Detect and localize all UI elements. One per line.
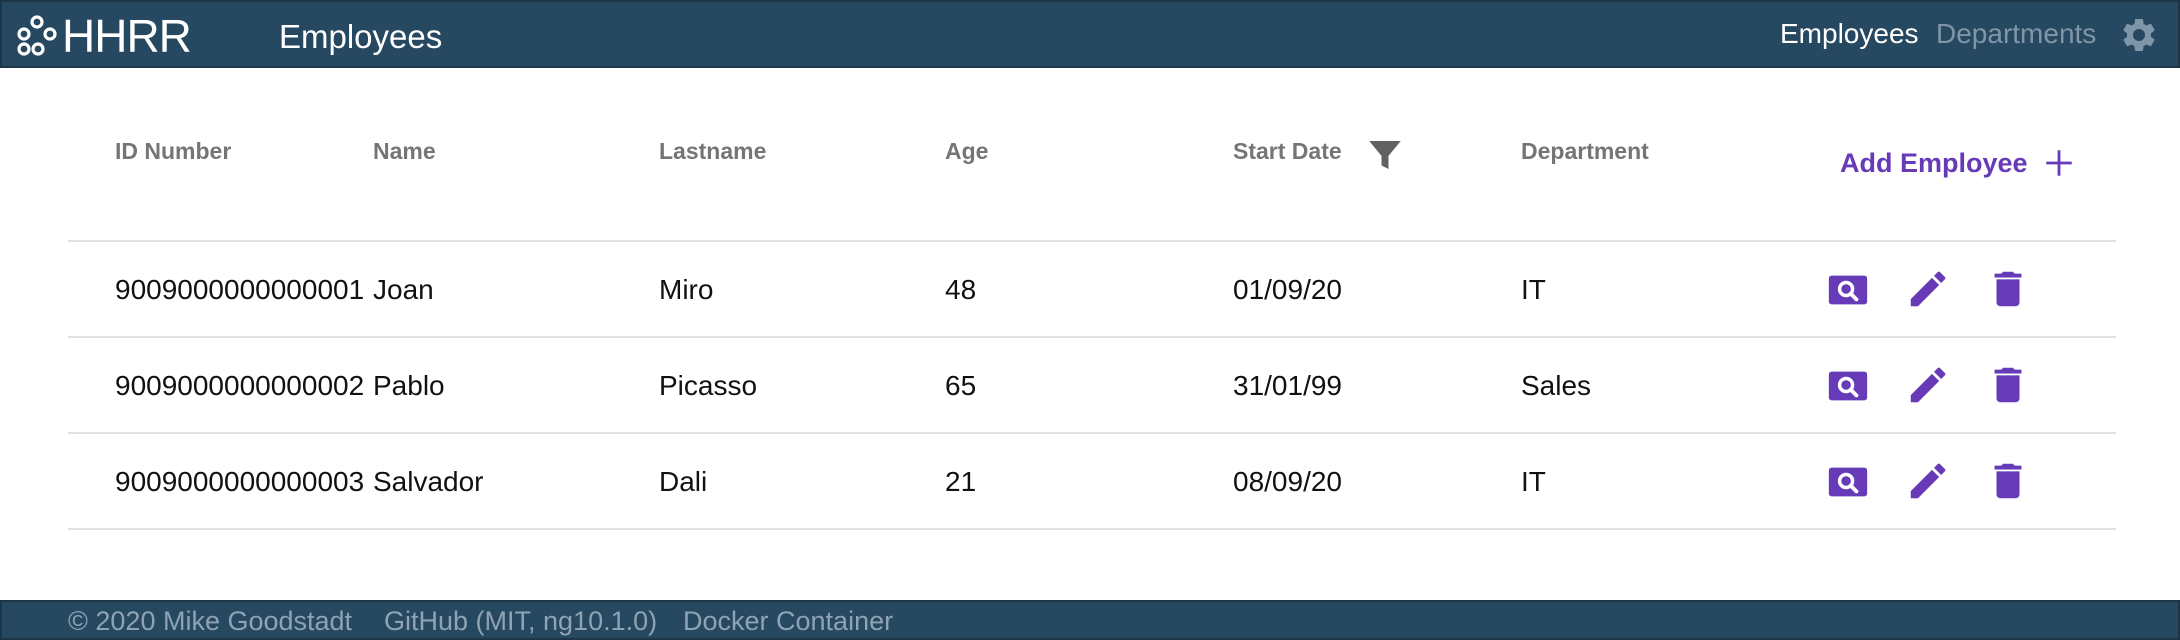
edit-pencil-icon[interactable]	[1905, 362, 1951, 408]
cell-id: 9009000000000001	[115, 274, 365, 305]
app-logo[interactable]: HHRR	[16, 8, 192, 64]
cell-lastname: Miro	[659, 274, 714, 305]
delete-trash-icon[interactable]	[1985, 458, 2031, 504]
delete-trash-icon[interactable]	[1985, 362, 2031, 408]
header-id-number: ID Number	[115, 138, 232, 164]
footer-docker-link[interactable]: Docker Container	[683, 606, 893, 637]
nav-departments-link[interactable]: Departments	[1936, 18, 2096, 50]
add-employee-label: Add Employee	[1840, 147, 2028, 178]
cell-name: Salvador	[373, 466, 484, 497]
cell-start-date: 08/09/20	[1233, 466, 1342, 497]
table-row: 9009000000000002 Pablo Picasso 65 31/01/…	[68, 338, 2116, 434]
brand-name: HHRR	[62, 10, 192, 62]
footer-copyright: © 2020 Mike Goodstadt	[68, 606, 353, 636]
cell-id: 9009000000000003	[115, 466, 365, 497]
view-employee-search-icon[interactable]	[1825, 266, 1871, 312]
plus-icon	[2045, 150, 2072, 176]
view-employee-search-icon[interactable]	[1825, 362, 1871, 408]
edit-pencil-icon[interactable]	[1905, 458, 1951, 504]
header-start-date: Start Date	[1233, 138, 1342, 164]
header-name: Name	[373, 138, 436, 164]
cell-age: 21	[945, 466, 977, 497]
header-lastname: Lastname	[659, 138, 767, 164]
cell-department: Sales	[1521, 370, 1592, 401]
row-divider	[68, 528, 2116, 530]
nav-employees-link[interactable]: Employees	[1780, 18, 1919, 50]
page-title: Employees	[279, 18, 443, 55]
cell-lastname: Picasso	[659, 370, 758, 401]
footer-bar: © 2020 Mike Goodstadt GitHub (MIT, ng10.…	[0, 600, 2180, 640]
cell-age: 65	[945, 370, 977, 401]
edit-pencil-icon[interactable]	[1905, 266, 1951, 312]
add-employee-button[interactable]: Add Employee	[1840, 146, 2076, 180]
top-app-bar: HHRR Employees Employees Departments	[0, 0, 2180, 68]
gear-icon[interactable]	[2119, 15, 2159, 55]
cell-name: Joan	[373, 274, 434, 305]
cell-department: IT	[1521, 466, 1546, 497]
table-row: 9009000000000003 Salvador Dali 21 08/09/…	[68, 434, 2116, 530]
cell-start-date: 01/09/20	[1233, 274, 1342, 305]
logo-icon	[17, 15, 57, 56]
delete-trash-icon[interactable]	[1985, 266, 2031, 312]
header-age: Age	[945, 138, 989, 164]
cell-id: 9009000000000002	[115, 370, 365, 401]
cell-department: IT	[1521, 274, 1546, 305]
cell-name: Pablo	[373, 370, 445, 401]
view-employee-search-icon[interactable]	[1825, 458, 1871, 504]
table-row: 9009000000000001 Joan Miro 48 01/09/20 I…	[68, 242, 2116, 338]
filter-icon[interactable]	[1364, 134, 1406, 176]
header-department: Department	[1521, 138, 1649, 164]
cell-age: 48	[945, 274, 977, 305]
footer-github-link[interactable]: GitHub (MIT, ng10.1.0)	[384, 606, 657, 637]
cell-start-date: 31/01/99	[1233, 370, 1342, 401]
cell-lastname: Dali	[659, 466, 708, 497]
